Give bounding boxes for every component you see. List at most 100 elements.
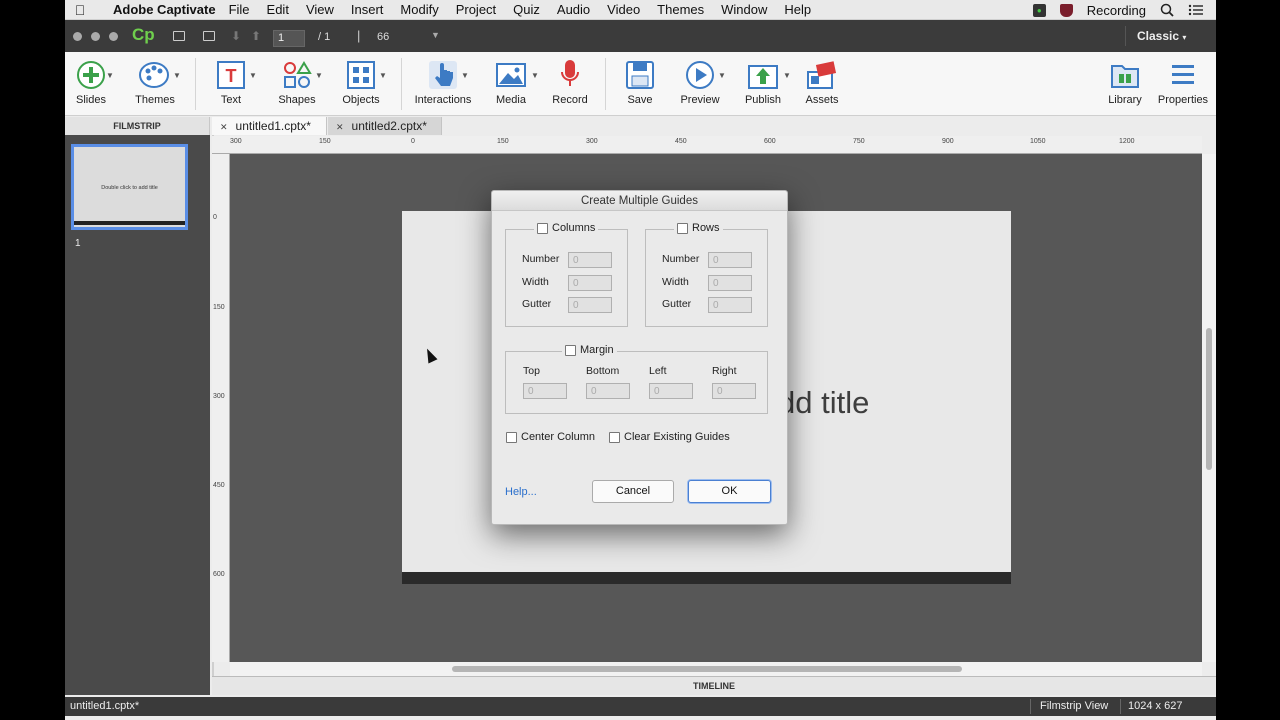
- next-slide-icon[interactable]: ⬆: [251, 29, 261, 43]
- assets-button[interactable]: Assets: [792, 56, 852, 106]
- ok-button[interactable]: OK: [688, 480, 771, 503]
- rows-width-input[interactable]: [708, 275, 752, 291]
- previous-slide-icon[interactable]: ⬇: [231, 29, 241, 43]
- text-button[interactable]: T ▼ Text: [201, 56, 261, 106]
- columns-number-input[interactable]: [568, 252, 612, 268]
- rows-number-input[interactable]: [708, 252, 752, 268]
- ruler-tick-label: 900: [942, 138, 954, 145]
- ruler-tick-label: 150: [319, 138, 331, 145]
- library-icon: [1111, 65, 1139, 88]
- properties-button[interactable]: Properties: [1153, 56, 1213, 106]
- interactions-button[interactable]: ▼ Interactions: [413, 56, 473, 106]
- save-button[interactable]: Save: [610, 56, 670, 106]
- filmstrip-panel: Double click to add title 1: [65, 135, 210, 695]
- minimize-window-button[interactable]: [91, 32, 100, 41]
- ruler-tick-label: 0: [411, 138, 415, 145]
- menu-project[interactable]: Project: [456, 2, 496, 17]
- menu-audio[interactable]: Audio: [557, 2, 590, 17]
- menu-app-name[interactable]: Adobe Captivate: [113, 2, 216, 17]
- library-button[interactable]: Library: [1095, 56, 1155, 106]
- zoom-window-button[interactable]: [109, 32, 118, 41]
- slide-title-placeholder[interactable]: dd title: [778, 385, 869, 421]
- menu-window[interactable]: Window: [721, 2, 767, 17]
- rows-gutter-input[interactable]: [708, 297, 752, 313]
- record-button[interactable]: Record: [540, 56, 600, 106]
- recording-status[interactable]: Recording: [1087, 3, 1146, 18]
- margin-bottom-input[interactable]: [586, 383, 630, 399]
- checkbox-icon[interactable]: [677, 222, 688, 234]
- chevron-down-icon: ▼: [461, 71, 469, 80]
- preview-button[interactable]: ▼ Preview: [670, 56, 730, 106]
- publish-button[interactable]: ▼ Publish: [733, 56, 793, 106]
- margin-label: Margin: [580, 344, 614, 356]
- slides-button[interactable]: ▼ Slides: [65, 56, 121, 106]
- total-slides: / 1: [318, 31, 331, 43]
- divider: [1125, 26, 1126, 46]
- margin-left-input[interactable]: [649, 383, 693, 399]
- search-icon[interactable]: [1160, 3, 1174, 17]
- cancel-button[interactable]: Cancel: [592, 480, 674, 503]
- tab-untitled2[interactable]: ✕ untitled2.cptx*: [328, 117, 442, 135]
- slide-thumbnail[interactable]: Double click to add title: [71, 144, 188, 230]
- menu-lines-icon: [1172, 65, 1194, 84]
- hand-pointer-icon: [429, 61, 457, 89]
- screen-recorder-icon[interactable]: ●: [1032, 3, 1046, 17]
- themes-button[interactable]: ▼ Themes: [125, 56, 185, 106]
- zoom-dropdown-icon[interactable]: ▼: [431, 30, 440, 40]
- menu-help[interactable]: Help: [784, 2, 811, 17]
- menu-view[interactable]: View: [306, 2, 334, 17]
- checkbox-icon[interactable]: [609, 431, 620, 443]
- checkbox-icon[interactable]: [565, 344, 576, 356]
- scroll-thumb[interactable]: [452, 666, 962, 672]
- slide-view-icon[interactable]: [173, 31, 185, 41]
- rows-checkbox[interactable]: Rows: [674, 222, 723, 234]
- columns-width-input[interactable]: [568, 275, 612, 291]
- palette-icon: [139, 62, 169, 88]
- list-menu-icon[interactable]: [1188, 4, 1204, 16]
- menu-themes[interactable]: Themes: [657, 2, 704, 17]
- text-icon: T: [217, 61, 245, 89]
- columns-checkbox[interactable]: Columns: [534, 222, 599, 234]
- rows-gutter-label: Gutter: [662, 298, 692, 310]
- chevron-down-icon: ▼: [315, 71, 323, 80]
- margin-right-input[interactable]: [712, 383, 756, 399]
- checkbox-icon[interactable]: [506, 431, 517, 443]
- menu-edit[interactable]: Edit: [267, 2, 289, 17]
- clear-guides-checkbox[interactable]: Clear Existing Guides: [609, 431, 730, 443]
- help-link[interactable]: Help...: [505, 486, 537, 498]
- margin-checkbox[interactable]: Margin: [562, 344, 617, 356]
- zoom-level[interactable]: 66: [377, 31, 389, 43]
- mail-icon[interactable]: [203, 31, 215, 41]
- menu-quiz[interactable]: Quiz: [513, 2, 540, 17]
- main-toolbar: ▼ Slides ▼ Themes T ▼ Text ▼ Shapes ▼ Obj…: [65, 52, 1216, 116]
- columns-gutter-input[interactable]: [568, 297, 612, 313]
- close-icon[interactable]: ✕: [336, 122, 344, 132]
- workspace-switcher[interactable]: Classic ▾: [1137, 29, 1186, 43]
- horizontal-scrollbar[interactable]: [230, 662, 1202, 676]
- media-label: Media: [496, 94, 526, 106]
- margin-top-input[interactable]: [523, 383, 567, 399]
- close-icon[interactable]: ✕: [220, 122, 228, 132]
- captivate-window:  Adobe Captivate File Edit View Insert …: [65, 0, 1216, 720]
- menu-insert[interactable]: Insert: [351, 2, 384, 17]
- menu-video[interactable]: Video: [607, 2, 640, 17]
- columns-width-label: Width: [522, 276, 549, 288]
- current-slide-input[interactable]: 1: [273, 30, 305, 47]
- tab-untitled1[interactable]: ✕ untitled1.cptx*: [212, 117, 327, 135]
- close-window-button[interactable]: [73, 32, 82, 41]
- media-button[interactable]: ▼ Media: [481, 56, 541, 106]
- center-column-label: Center Column: [521, 431, 595, 443]
- checkbox-icon[interactable]: [537, 222, 548, 234]
- menu-modify[interactable]: Modify: [400, 2, 438, 17]
- apple-icon[interactable]: : [65, 2, 95, 18]
- center-column-checkbox[interactable]: Center Column: [506, 431, 595, 443]
- shapes-button[interactable]: ▼ Shapes: [267, 56, 327, 106]
- objects-button[interactable]: ▼ Objects: [331, 56, 391, 106]
- title-bar: Cp ⬇ ⬆ 1 / 1 | 66 ▼ Classic ▾: [65, 20, 1216, 52]
- chevron-down-icon: ▼: [531, 71, 539, 80]
- menu-file[interactable]: File: [229, 2, 250, 17]
- shield-icon[interactable]: [1059, 3, 1073, 17]
- vertical-scrollbar[interactable]: [1202, 154, 1216, 662]
- scroll-thumb[interactable]: [1206, 328, 1212, 470]
- timeline-header[interactable]: TIMELINE: [212, 676, 1216, 695]
